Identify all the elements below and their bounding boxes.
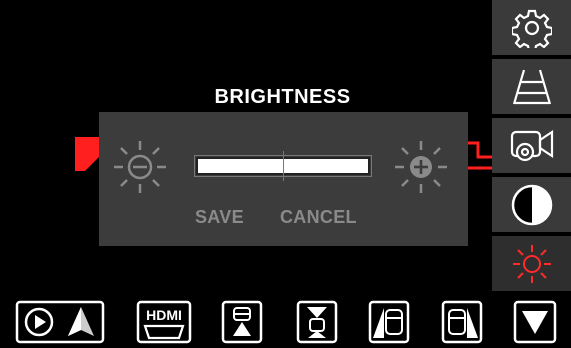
front-camera-view-icon — [221, 300, 263, 344]
right-sidebar — [492, 0, 571, 295]
cancel-button[interactable]: CANCEL — [280, 207, 357, 228]
chevron-down-icon — [513, 300, 557, 344]
settings-button[interactable] — [492, 0, 571, 57]
carplay-android-auto-button[interactable] — [14, 298, 106, 346]
hdmi-button[interactable]: HDMI — [135, 298, 193, 346]
contrast-button[interactable] — [492, 177, 571, 234]
brightness-slider[interactable] — [194, 151, 372, 181]
brightness-button[interactable] — [492, 236, 571, 293]
brightness-increase-icon[interactable] — [391, 137, 451, 197]
contrast-icon — [511, 184, 552, 225]
right-side-camera-icon — [441, 300, 483, 344]
brightness-icon — [512, 244, 551, 283]
left-side-camera-button[interactable] — [367, 298, 411, 346]
marker-notch — [85, 157, 99, 171]
background-red-marker-left — [75, 137, 99, 171]
camera-settings-button[interactable] — [492, 118, 571, 175]
parking-guidelines-icon — [512, 69, 551, 104]
hdmi-icon: HDMI — [136, 300, 192, 344]
front-camera-view-button[interactable] — [220, 298, 264, 346]
brightness-decrease-icon[interactable] — [110, 137, 170, 197]
dialog-title: BRIGHTNESS — [214, 86, 351, 108]
camera-settings-icon — [510, 129, 553, 161]
slider-center-tick — [283, 151, 284, 181]
left-side-camera-icon — [368, 300, 410, 344]
parking-guidelines-button[interactable] — [492, 59, 571, 116]
gear-icon — [511, 9, 552, 48]
right-side-camera-button[interactable] — [440, 298, 484, 346]
save-button[interactable]: SAVE — [195, 207, 244, 228]
front-rear-camera-view-icon — [296, 300, 338, 344]
background-red-line-right — [468, 141, 494, 170]
svg-text:HDMI: HDMI — [146, 307, 182, 323]
carplay-android-auto-icon — [15, 300, 105, 344]
front-rear-camera-view-button[interactable] — [295, 298, 339, 346]
scroll-down-button[interactable] — [512, 298, 558, 346]
